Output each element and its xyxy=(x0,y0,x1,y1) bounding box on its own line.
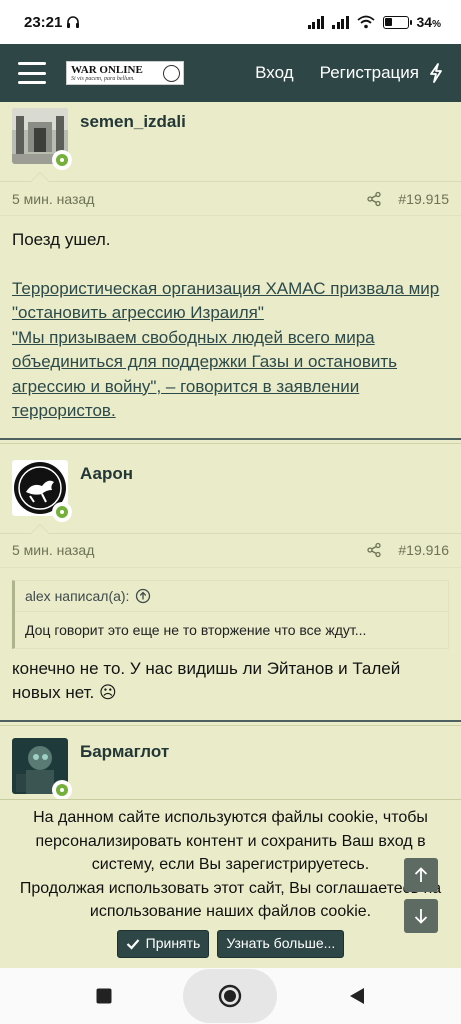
status-left: 23:21 xyxy=(24,14,80,31)
wifi-icon xyxy=(356,15,375,29)
post-time[interactable]: 5 мин. назад xyxy=(12,542,94,558)
post-body: конечно не то. У нас видишь ли Эйтанов и… xyxy=(0,649,461,706)
post-link[interactable]: Террористическая организация ХАМАС призв… xyxy=(12,279,439,323)
check-icon xyxy=(126,938,139,950)
battery-icon xyxy=(382,15,412,29)
home-icon xyxy=(219,984,242,1008)
post-meta: 5 мин. назад #19.916 xyxy=(0,534,461,568)
cookie-buttons: Принять Узнать больше... xyxy=(18,929,443,958)
arrow-down-icon xyxy=(414,909,428,924)
post-number[interactable]: #19.915 xyxy=(398,191,449,207)
username[interactable]: Бармаглот xyxy=(80,738,169,794)
post-arrow xyxy=(0,164,461,182)
headphones-icon xyxy=(67,16,80,28)
accept-label: Принять xyxy=(145,934,201,951)
status-right: 34% xyxy=(307,14,441,30)
post-body: Поезд ушел. Террористическая организация… xyxy=(0,216,461,424)
cookie-notice: На данном сайте используются файлы cooki… xyxy=(0,799,461,968)
online-indicator-icon xyxy=(52,779,72,800)
post-number[interactable]: #19.916 xyxy=(398,542,449,558)
avatar[interactable] xyxy=(12,737,72,800)
cookie-text: На данном сайте используются файлы cooki… xyxy=(33,809,428,873)
status-time: 23:21 xyxy=(24,13,63,31)
quote-author[interactable]: alex написал(а): xyxy=(25,588,129,604)
scroll-down-button[interactable] xyxy=(404,899,438,933)
post: semen_izdali 5 мин. назад #19.915 Поезд … xyxy=(0,102,461,444)
recent-apps-icon[interactable] xyxy=(95,987,113,1005)
app-header: WAR ONLINE Si vis pacem, para bellum. Вх… xyxy=(0,44,461,102)
scroll-up-button[interactable] xyxy=(404,858,438,892)
logo-title: WAR ONLINE xyxy=(71,63,143,76)
post-divider-thin xyxy=(0,442,461,444)
signal-icon xyxy=(307,15,325,29)
share-icon[interactable] xyxy=(366,191,382,207)
post-divider xyxy=(0,719,461,722)
system-navigation-bar xyxy=(0,968,461,1024)
back-icon[interactable] xyxy=(348,986,366,1006)
learn-more-label: Узнать больше... xyxy=(226,934,336,951)
quote-block: alex написал(а): Доц говорит это еще не … xyxy=(12,579,449,649)
arrow-up-circle-icon[interactable] xyxy=(135,588,151,604)
signal-icon-2 xyxy=(332,15,349,29)
header-nav: Вход Регистрация xyxy=(255,63,419,83)
learn-more-button[interactable]: Узнать больше... xyxy=(217,929,345,958)
post-meta: 5 мин. назад #19.915 xyxy=(0,182,461,216)
site-logo[interactable]: WAR ONLINE Si vis pacem, para bellum. xyxy=(66,61,184,85)
accept-cookies-button[interactable]: Принять xyxy=(116,929,210,958)
post-time[interactable]: 5 мин. назад xyxy=(12,191,94,207)
arrow-up-icon xyxy=(414,867,428,882)
home-button[interactable] xyxy=(183,969,278,1023)
register-link[interactable]: Регистрация xyxy=(320,63,419,83)
post-text: Поезд ушел. xyxy=(12,230,111,249)
menu-icon[interactable] xyxy=(18,62,46,84)
post-divider xyxy=(0,437,461,440)
quote-text: Доц говорит это еще не то вторжение что … xyxy=(25,621,367,638)
login-link[interactable]: Вход xyxy=(255,63,293,83)
post-arrow xyxy=(0,516,461,534)
cookie-text-2: Продолжая использовать этот сайт, Вы сог… xyxy=(19,879,442,921)
post-divider-thin xyxy=(0,724,461,726)
share-icon[interactable] xyxy=(366,542,382,558)
post-header: semen_izdali xyxy=(0,102,461,170)
battery-percent: 34% xyxy=(416,14,441,30)
post-link[interactable]: "Мы призываем свободных людей всего мира… xyxy=(12,328,397,421)
post: Аарон 5 мин. назад #19.916 alex написал(… xyxy=(0,454,461,726)
post-header: Бармаглот xyxy=(0,732,461,800)
lightning-icon[interactable] xyxy=(425,61,447,85)
avatar[interactable] xyxy=(12,459,72,522)
post-header: Аарон xyxy=(0,454,461,522)
avatar[interactable] xyxy=(12,108,72,170)
quote-header: alex написал(а): xyxy=(15,581,448,612)
username[interactable]: semen_izdali xyxy=(80,108,186,164)
post: Бармаглот xyxy=(0,732,461,800)
status-bar: 23:21 34% xyxy=(0,0,461,44)
logo-emblem-icon xyxy=(163,65,180,82)
logo-motto: Si vis pacem, para bellum. xyxy=(71,75,135,82)
post-text: конечно не то. У нас видишь ли Эйтанов и… xyxy=(12,658,401,703)
username[interactable]: Аарон xyxy=(80,460,133,516)
